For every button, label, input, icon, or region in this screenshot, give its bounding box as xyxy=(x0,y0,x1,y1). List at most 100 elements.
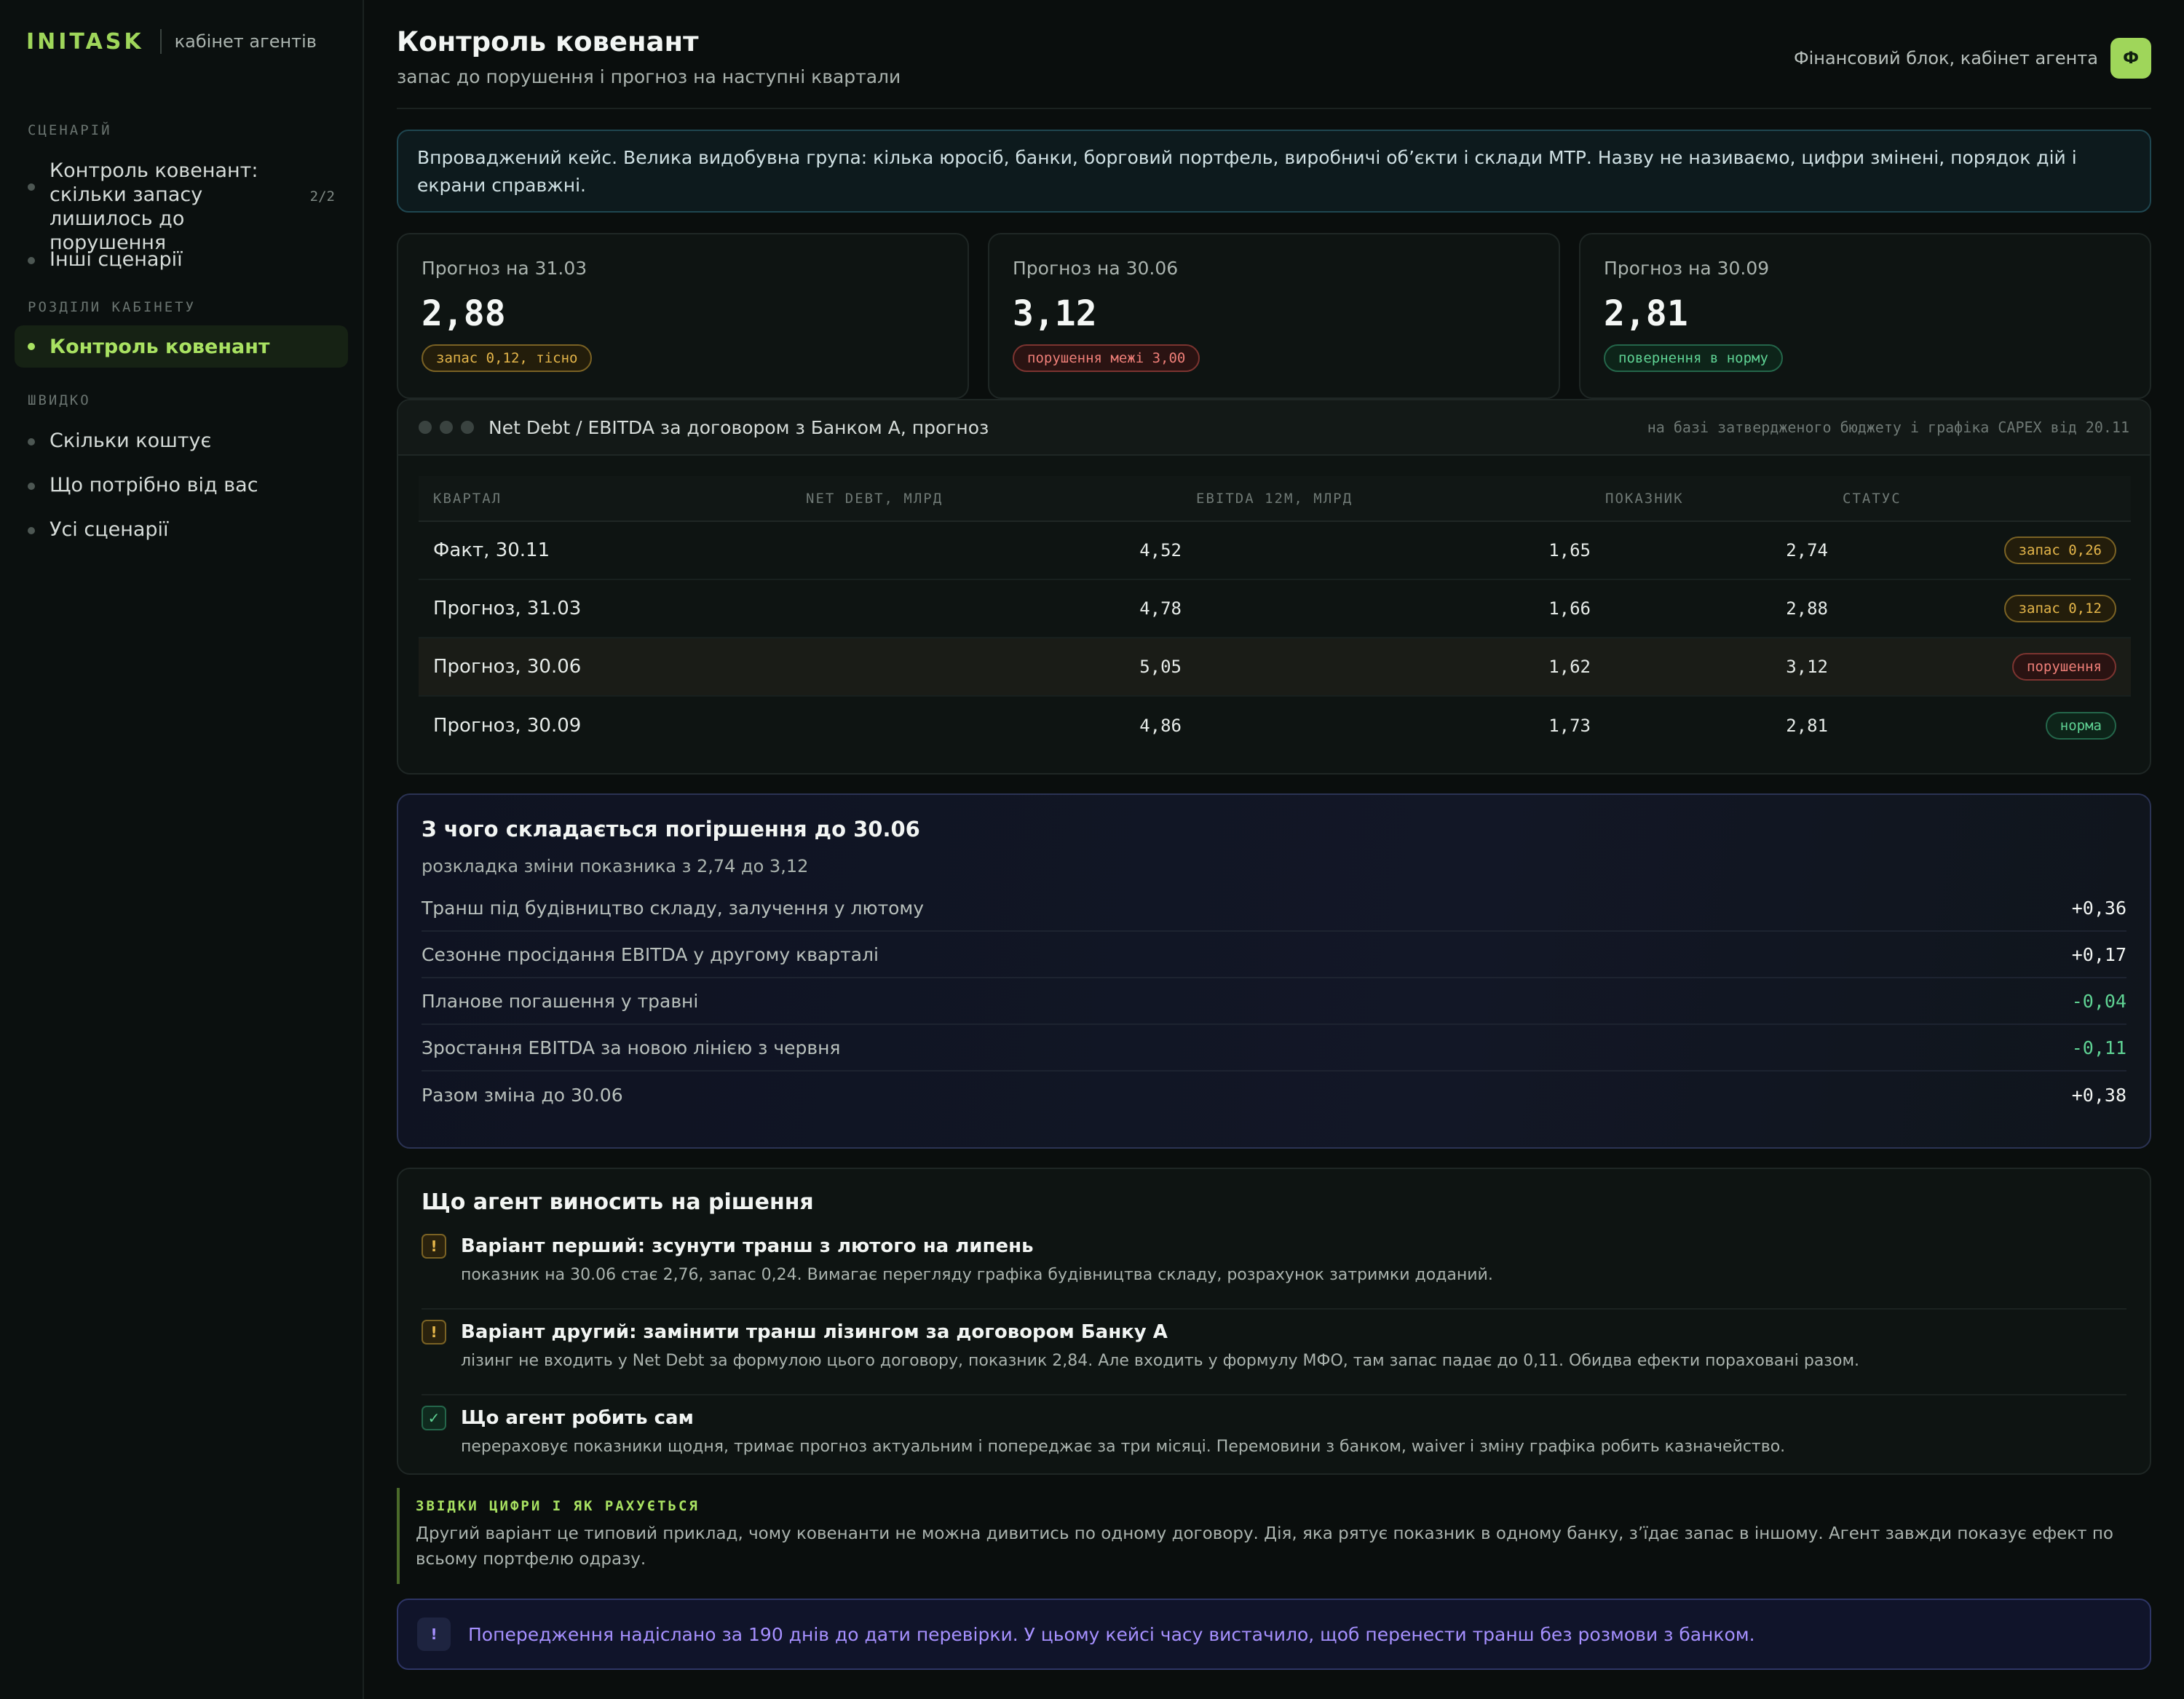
forecast-table-panel: Net Debt / EBITDA за договором з Банком … xyxy=(397,399,2151,775)
context-label: Фінансовий блок, кабінет агента xyxy=(1793,48,2098,68)
decision-heading: Варіант другий: замінити транш лізингом … xyxy=(461,1321,1168,1343)
table-row[interactable]: Прогноз, 30.09 4,86 1,73 2,81 норма xyxy=(419,696,2131,754)
kpi-label: Прогноз на 30.09 xyxy=(1604,258,1770,279)
sidebar-item-other-scenarios[interactable]: Інші сценарії xyxy=(15,247,348,272)
deterioration-breakdown-panel: З чого складається погіршення до 30.06 р… xyxy=(397,793,2151,1149)
kpi-card-q3: Прогноз на 30.09 2,81 повернення в норму xyxy=(1579,233,2151,399)
sidebar-item-pricing[interactable]: Скільки коштує xyxy=(15,429,348,453)
column-header: EBITDA 12М, МЛРД xyxy=(1182,476,1591,522)
kpi-value: 2,88 xyxy=(422,293,506,334)
table-row[interactable]: Факт, 30.11 4,52 1,65 2,74 запас 0,26 xyxy=(419,521,2131,580)
sidebar-item-label: Що потрібно від вас xyxy=(50,474,258,496)
panel-titlebar: Net Debt / EBITDA за договором з Банком … xyxy=(398,400,2150,456)
cell-net-debt: 4,52 xyxy=(791,521,1182,580)
decision-description: показник на 30.06 стає 2,76, запас 0,24.… xyxy=(461,1266,1493,1284)
column-header: СТАТУС xyxy=(1828,476,2131,522)
cell-quarter: Прогноз, 31.03 xyxy=(419,579,791,638)
scenario-counter: 2/2 xyxy=(309,189,335,205)
table-source-note: на базі затвердженого бюджету і графіка … xyxy=(1647,419,2129,436)
breakdown-row: Планове погашення у травні -0,04 xyxy=(422,978,2126,1025)
cell-status: запас 0,26 xyxy=(1828,521,2131,580)
decision-heading: Варіант перший: зсунути транш з лютого н… xyxy=(461,1235,1034,1257)
sidebar-item-label: Контроль ковенант: скільки запасу лишило… xyxy=(50,159,258,254)
sidebar-item-requirements[interactable]: Що потрібно від вас xyxy=(15,473,348,497)
warning-icon: ! xyxy=(422,1320,446,1344)
methodology-note: ЗВІДКИ ЦИФРИ І ЯК РАХУЄТЬСЯ Другий варіа… xyxy=(397,1488,2151,1584)
cell-status: порушення xyxy=(1828,638,2131,697)
breakdown-title: З чого складається погіршення до 30.06 xyxy=(422,817,920,841)
cell-ratio: 2,74 xyxy=(1591,521,1828,580)
user-context: Фінансовий блок, кабінет агента Ф xyxy=(1794,38,2151,79)
table-row[interactable]: Прогноз, 30.06 5,05 1,62 3,12 порушення xyxy=(419,638,2131,697)
window-dots-icon xyxy=(419,421,474,434)
breakdown-value: +0,38 xyxy=(2071,1084,2126,1106)
decision-description: лізинг не входить у Net Debt за формулою… xyxy=(461,1352,1860,1370)
column-header: NET DEBT, МЛРД xyxy=(791,476,1182,522)
breakdown-row: Разом зміна до 30.06 +0,38 xyxy=(422,1072,2126,1118)
breakdown-label: Сезонне просідання EBITDA у другому квар… xyxy=(422,943,879,965)
sidebar-item-covenant-scenario[interactable]: Контроль ковенант: скільки запасу лишило… xyxy=(15,159,348,254)
kpi-card-q1: Прогноз на 31.03 2,88 запас 0,12, тісно xyxy=(397,233,969,399)
decision-heading: Що агент робить сам xyxy=(461,1407,694,1429)
bullet-icon xyxy=(28,183,35,191)
sidebar-item-label: Інші сценарії xyxy=(50,248,183,271)
cell-status: норма xyxy=(1828,696,2131,754)
cell-ratio: 2,81 xyxy=(1786,715,1828,736)
breakdown-value: -0,04 xyxy=(2071,990,2126,1012)
cell-quarter: Прогноз, 30.06 xyxy=(419,638,791,697)
brand[interactable]: INITASK кабінет агентів xyxy=(15,28,348,55)
section-scenario: СЦЕНАРІЙ xyxy=(28,122,112,138)
breakdown-row: Зростання EBITDA за новою лінією з червн… xyxy=(422,1025,2126,1072)
kpi-card-q2: Прогноз на 30.06 3,12 порушення межі 3,0… xyxy=(988,233,1560,399)
cell-ratio: 3,12 xyxy=(1591,638,1828,697)
section-quick: ШВИДКО xyxy=(28,392,91,408)
kpi-label: Прогноз на 31.03 xyxy=(422,258,587,279)
breakdown-row: Транш під будівництво складу, залучення … xyxy=(422,885,2126,932)
kpi-status-badge: порушення межі 3,00 xyxy=(1013,344,1200,372)
warning-icon: ! xyxy=(422,1234,446,1259)
kpi-status-badge: повернення в норму xyxy=(1604,344,1783,372)
sidebar-item-label: Скільки коштує xyxy=(50,429,212,452)
cell-quarter: Прогноз, 30.09 xyxy=(433,714,582,737)
breakdown-value: +0,36 xyxy=(2071,897,2126,919)
status-badge: норма xyxy=(2045,711,2116,740)
cell-quarter: Факт, 30.11 xyxy=(419,521,791,580)
cell-net-debt: 4,86 xyxy=(1139,715,1182,736)
breakdown-subtitle: розкладка зміни показника з 2,74 до 3,12 xyxy=(422,856,809,876)
warning-alert: ! Попередження надіслано за 190 днів до … xyxy=(397,1599,2151,1670)
table-row[interactable]: Прогноз, 31.03 4,78 1,66 2,88 запас 0,12 xyxy=(419,579,2131,638)
sidebar-item-covenant-control[interactable]: Контроль ковенант xyxy=(15,325,348,368)
alert-text: Попередження надіслано за 190 днів до да… xyxy=(468,1623,1755,1645)
alert-icon: ! xyxy=(417,1617,451,1651)
breakdown-value: +0,17 xyxy=(2071,943,2126,965)
intro-banner: Впроваджений кейс. Велика видобувна груп… xyxy=(397,130,2151,213)
cell-ebitda: 1,65 xyxy=(1182,521,1591,580)
agent-action-item: ✓ Що агент робить сам перераховує показник… xyxy=(422,1406,2126,1481)
avatar[interactable]: Ф xyxy=(2110,38,2151,79)
note-text: Другий варіант це типовий приклад, чому … xyxy=(416,1524,2113,1569)
sidebar-item-label: Усі сценарії xyxy=(50,518,169,541)
cell-ebitda: 1,66 xyxy=(1182,579,1591,638)
decision-panel: Що агент виносить на рішення ! Варіант пе… xyxy=(397,1168,2151,1475)
cell-net-debt: 4,78 xyxy=(791,579,1182,638)
column-header: КВАРТАЛ xyxy=(419,476,791,522)
breakdown-value: -0,11 xyxy=(2071,1037,2126,1058)
column-header: ПОКАЗНИК xyxy=(1591,476,1828,522)
brand-logo: INITASK xyxy=(26,28,144,55)
page-title: Контроль ковенант xyxy=(397,26,699,58)
table-header-row: КВАРТАЛ NET DEBT, МЛРД EBITDA 12М, МЛРД … xyxy=(419,476,2131,522)
sidebar-item-all-scenarios[interactable]: Усі сценарії xyxy=(15,518,348,542)
brand-subtitle: кабінет агентів xyxy=(174,31,317,52)
table-title: Net Debt / EBITDA за договором з Банком … xyxy=(488,416,989,438)
breakdown-row: Сезонне просідання EBITDA у другому квар… xyxy=(422,932,2126,978)
section-cabinet: РОЗДІЛИ КАБІНЕТУ xyxy=(28,299,197,315)
breakdown-label: Транш під будівництво складу, залучення … xyxy=(422,897,925,919)
bullet-icon xyxy=(28,527,35,534)
forecast-table: КВАРТАЛ NET DEBT, МЛРД EBITDA 12М, МЛРД … xyxy=(419,476,2131,754)
breakdown-label: Зростання EBITDA за новою лінією з червн… xyxy=(422,1037,841,1058)
breakdown-label: Планове погашення у травні xyxy=(422,990,699,1012)
bullet-icon xyxy=(28,257,35,264)
check-icon: ✓ xyxy=(422,1406,446,1430)
sidebar: INITASK кабінет агентів СЦЕНАРІЙ Контрол… xyxy=(0,0,364,1699)
cell-status: запас 0,12 xyxy=(1828,579,2131,638)
